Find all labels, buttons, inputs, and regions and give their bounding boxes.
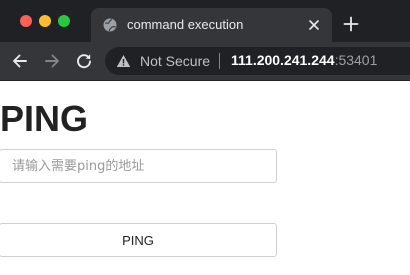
- address-bar[interactable]: Not Secure 111.200.241.244:53401: [105, 47, 410, 75]
- plus-icon[interactable]: [343, 16, 359, 32]
- reload-icon[interactable]: [75, 52, 93, 70]
- browser-window: command execution Not Secure 111.200.241…: [0, 0, 410, 275]
- close-icon[interactable]: [307, 18, 321, 32]
- arrow-right-icon[interactable]: [43, 52, 61, 70]
- page-title: PING: [0, 98, 89, 139]
- page-content: PING PING: [0, 81, 410, 275]
- url-text[interactable]: 111.200.241.244:53401: [231, 52, 377, 68]
- arrow-left-icon[interactable]: [11, 52, 29, 70]
- globe-icon: [103, 18, 117, 32]
- tab-strip: command execution: [0, 0, 410, 42]
- address-bar-divider: [219, 53, 220, 69]
- tab-title: command execution: [127, 17, 244, 32]
- minimize-window-button[interactable]: [39, 15, 51, 27]
- browser-toolbar: Not Secure 111.200.241.244:53401: [0, 42, 410, 81]
- maximize-window-button[interactable]: [58, 15, 70, 27]
- url-host: 111.200.241.244: [231, 52, 335, 68]
- ping-address-input[interactable]: [0, 149, 277, 183]
- close-window-button[interactable]: [20, 15, 32, 27]
- url-port: :53401: [334, 52, 378, 68]
- tab-command-execution[interactable]: command execution: [91, 8, 332, 42]
- ping-button[interactable]: PING: [0, 223, 277, 257]
- warning-icon[interactable]: [116, 54, 131, 68]
- security-status-label[interactable]: Not Secure: [140, 53, 210, 69]
